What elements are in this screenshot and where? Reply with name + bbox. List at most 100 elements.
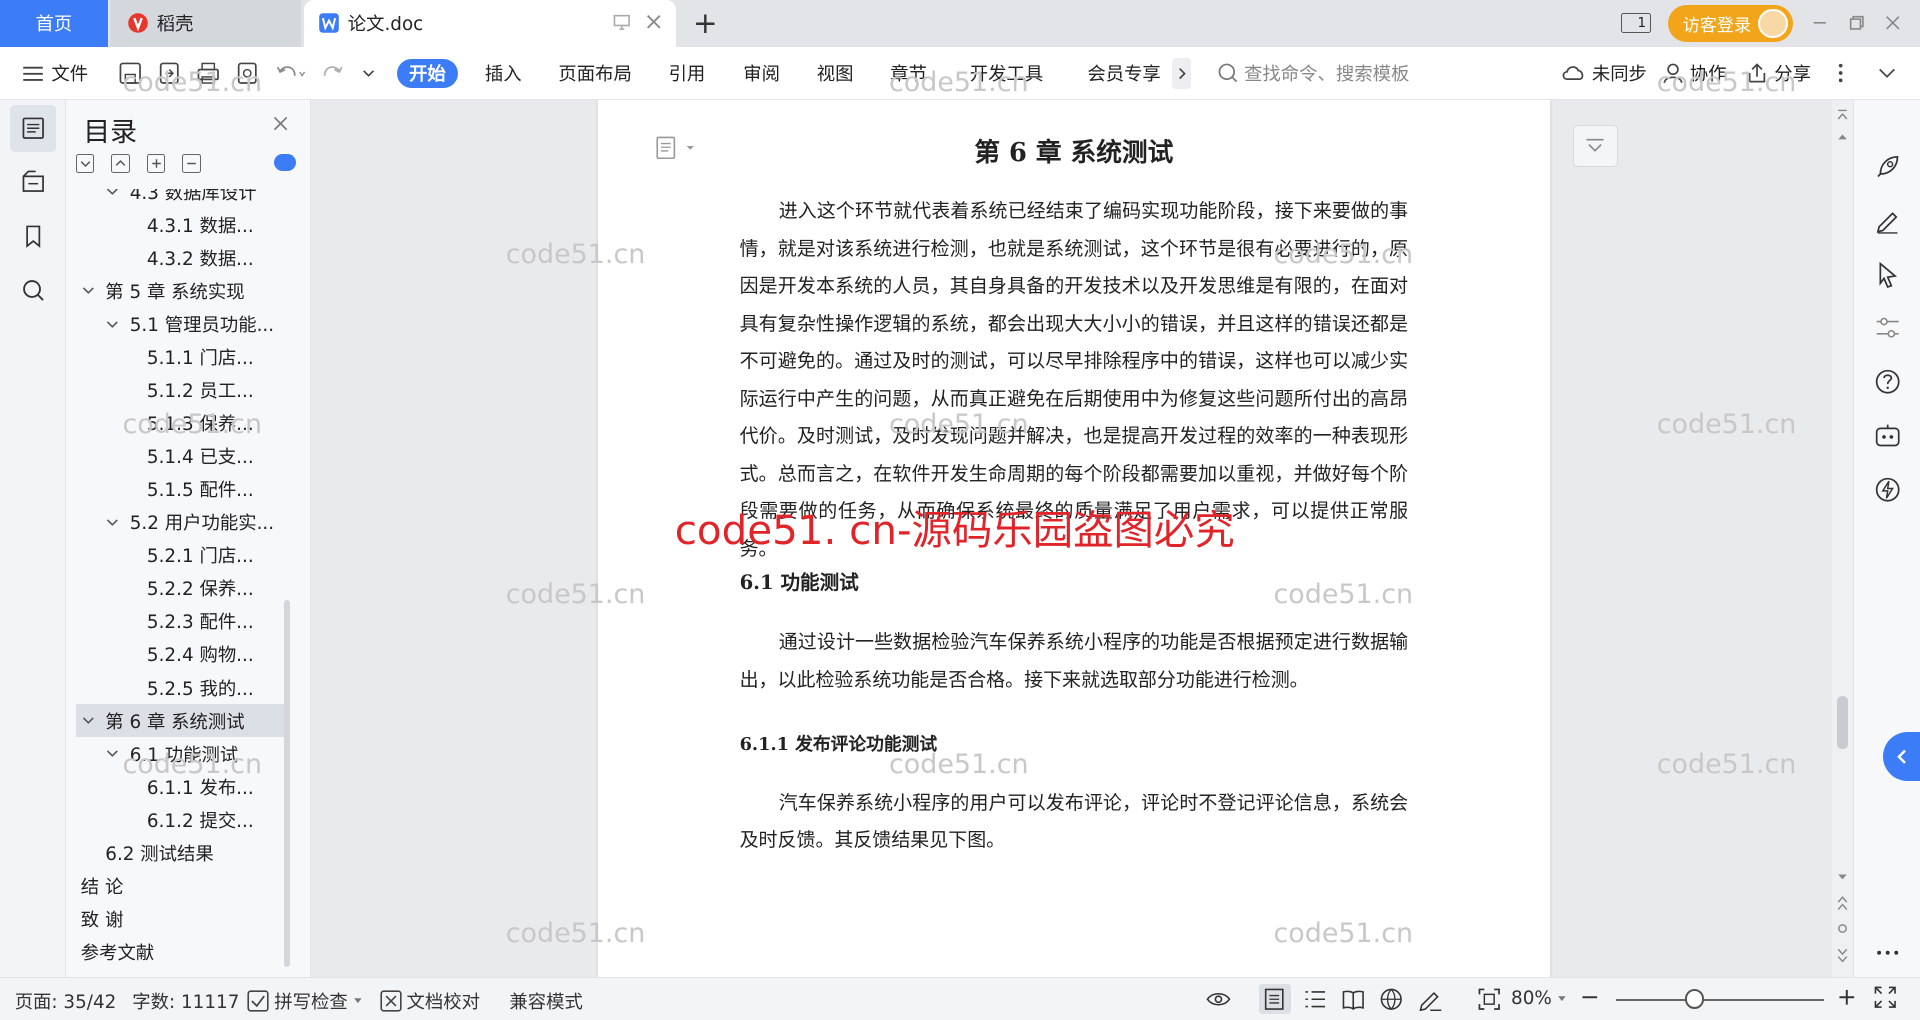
toc-item[interactable]: 5.2.2 保养... <box>76 572 284 605</box>
scroll-thumb[interactable] <box>1836 695 1848 750</box>
write-mode-icon[interactable] <box>1418 987 1442 1012</box>
toc-item[interactable]: 第 6 章 系统测试 <box>75 704 285 738</box>
toc-item[interactable]: 结 论 <box>76 869 284 902</box>
bookmark-button[interactable] <box>10 213 57 260</box>
add-heading-icon[interactable] <box>146 154 166 173</box>
toc-item[interactable]: 5.1 管理员功能... <box>76 307 284 340</box>
visitor-login-button[interactable]: 访客登录 <box>1667 4 1793 42</box>
lightning-icon[interactable] <box>1873 475 1902 504</box>
chevron-down-icon[interactable] <box>105 317 122 332</box>
remove-heading-icon[interactable] <box>182 154 201 173</box>
collapse-ribbon-icon[interactable] <box>1876 59 1898 88</box>
page-status[interactable]: 页面: 35/42 <box>15 988 117 1014</box>
word-count[interactable]: 字数: 11117 <box>132 988 239 1014</box>
chapter-nav-button[interactable] <box>10 158 57 205</box>
sync-button[interactable]: 未同步 <box>1561 59 1647 88</box>
more-tabs-button[interactable] <box>1171 57 1192 90</box>
page-count-icon[interactable]: 1 <box>1621 13 1651 34</box>
toc-item[interactable]: 第 5 章 系统实现 <box>76 274 284 307</box>
toc-item[interactable]: 6.1.2 提交... <box>76 803 284 836</box>
toc-item[interactable]: 致 谢 <box>76 902 284 935</box>
monitor-icon[interactable] <box>612 12 632 32</box>
toc-item[interactable]: 5.1.5 配件... <box>76 473 284 506</box>
outline-view-icon[interactable] <box>1303 987 1327 1011</box>
chevron-down-icon[interactable] <box>81 713 98 728</box>
tab-start[interactable]: 开始 <box>396 58 458 89</box>
find-button[interactable] <box>10 267 57 314</box>
scroll-top-icon[interactable] <box>1837 108 1848 123</box>
command-search[interactable]: 查找命令、搜索模板 <box>1217 60 1409 86</box>
toc-item[interactable]: 6.2 测试结果 <box>76 836 284 869</box>
fullscreen-icon[interactable] <box>1873 985 1897 1009</box>
scroll-up-icon[interactable] <box>1837 132 1848 142</box>
toc-item[interactable]: 5.2.1 门店... <box>76 539 284 572</box>
chevron-down-icon[interactable] <box>105 188 122 199</box>
chevron-down-icon[interactable] <box>360 61 377 85</box>
cloud-icon <box>1561 62 1585 84</box>
help-icon[interactable] <box>1873 367 1902 396</box>
close-window-icon[interactable] <box>1883 13 1903 33</box>
web-view-icon[interactable] <box>1379 987 1403 1011</box>
prev-page-icon[interactable] <box>1837 896 1848 911</box>
select-browse-icon[interactable] <box>1837 923 1848 934</box>
close-icon[interactable] <box>272 115 289 132</box>
restore-icon[interactable] <box>1847 13 1867 33</box>
tab-daoke[interactable]: 稻壳 <box>110 0 302 47</box>
toc-item[interactable]: 5.2.3 配件... <box>76 605 284 638</box>
toc-item[interactable]: 5.2.4 购物... <box>76 638 284 671</box>
file-menu-button[interactable]: 文件 <box>22 59 88 88</box>
page-view-icon[interactable] <box>1258 984 1291 1014</box>
toc-item[interactable]: 5.1.4 已支... <box>76 440 284 473</box>
zoom-out-icon[interactable] <box>1580 985 1600 1009</box>
more-options-icon[interactable] <box>1837 59 1844 88</box>
zoom-slider[interactable] <box>1616 998 1825 1002</box>
toc-mode-toggle[interactable] <box>274 154 297 172</box>
cursor-icon[interactable] <box>1873 260 1902 289</box>
tab-member[interactable]: 会员专享 <box>1087 59 1160 88</box>
next-page-icon[interactable] <box>1837 948 1848 963</box>
chevron-down-icon[interactable] <box>105 746 122 761</box>
toc-panel-button[interactable] <box>9 105 57 152</box>
new-tab-button[interactable]: + <box>688 0 722 47</box>
toc-item[interactable]: 4.3.1 数据... <box>76 208 284 241</box>
pen-icon[interactable] <box>1873 206 1902 235</box>
redo-icon[interactable] <box>321 61 345 85</box>
toc-item[interactable]: 5.1.2 员工... <box>76 373 284 406</box>
collapse-all-icon[interactable] <box>111 154 130 173</box>
toc-scrollbar[interactable] <box>284 600 291 968</box>
toc-item[interactable]: 4.3.2 数据... <box>76 241 284 274</box>
chevron-down-icon[interactable] <box>105 515 122 530</box>
zoom-dropdown[interactable]: 80% <box>1511 988 1566 1009</box>
toc-item[interactable]: 4.3 数据库设计 <box>76 189 284 209</box>
tab-document[interactable]: 论文.doc <box>303 0 676 47</box>
tab-home[interactable]: 首页 <box>0 0 108 47</box>
scroll-down-icon[interactable] <box>1837 872 1848 882</box>
tab-view[interactable]: 视图 <box>817 59 854 88</box>
toc-item[interactable]: 5.1.1 门店... <box>76 340 284 373</box>
doc-proof-button[interactable]: 文档校对 <box>380 988 480 1014</box>
eye-protect-icon[interactable] <box>1205 987 1232 1011</box>
tab-page-layout[interactable]: 页面布局 <box>558 59 631 88</box>
fit-page-icon[interactable] <box>1477 987 1501 1011</box>
expand-all-icon[interactable] <box>75 154 95 173</box>
chevron-down-icon[interactable] <box>81 283 98 298</box>
close-tab-icon[interactable] <box>644 12 664 32</box>
tab-insert[interactable]: 插入 <box>485 59 522 88</box>
zoom-in-icon[interactable] <box>1837 985 1857 1009</box>
rocket-icon[interactable] <box>1873 152 1902 181</box>
toc-item[interactable]: 5.2.5 我的... <box>76 671 284 704</box>
zoom-slider-handle[interactable] <box>1684 989 1705 1009</box>
toc-item[interactable]: 参考文献 <box>76 936 284 969</box>
tab-reference[interactable]: 引用 <box>669 59 706 88</box>
minimize-icon[interactable] <box>1810 13 1830 33</box>
toc-item[interactable]: 5.2 用户功能实... <box>76 506 284 539</box>
spell-check-button[interactable]: 拼写检查 <box>247 988 362 1014</box>
robot-icon[interactable] <box>1873 421 1902 450</box>
fold-panel-button[interactable] <box>1573 124 1618 167</box>
vertical-scrollbar[interactable] <box>1831 100 1853 978</box>
tab-review[interactable]: 审阅 <box>743 59 780 88</box>
more-icon[interactable] <box>1873 938 1902 967</box>
sliders-icon[interactable] <box>1873 313 1902 342</box>
read-view-icon[interactable] <box>1341 987 1365 1011</box>
undo-icon[interactable] <box>274 61 306 85</box>
